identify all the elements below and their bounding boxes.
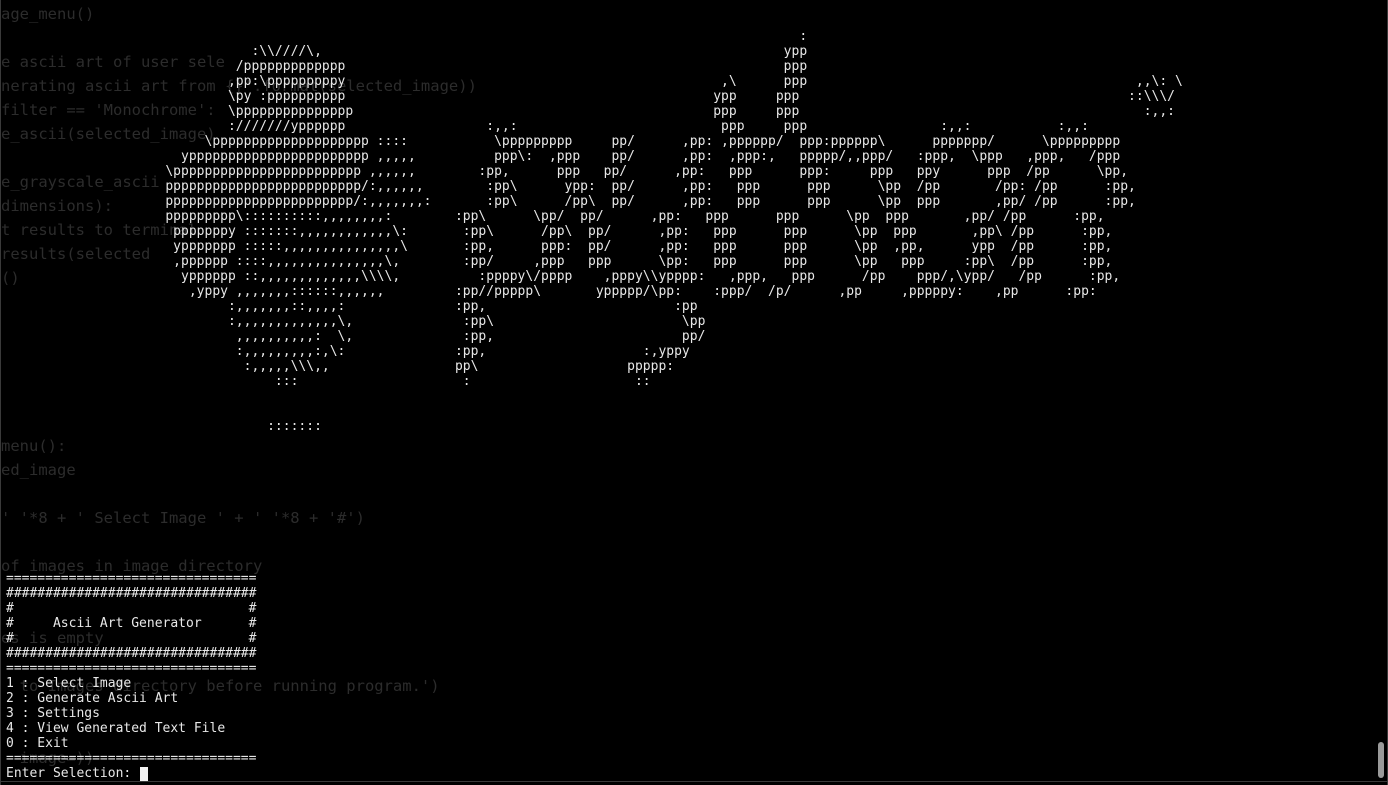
ghost-editor-line: ed_image <box>1 461 76 479</box>
main-menu: ================================ ########… <box>6 571 256 766</box>
menu-line: ================================ <box>6 571 257 586</box>
terminal-window[interactable]: age_menu() e ascii art of user sele nerati… <box>0 0 1388 785</box>
ghost-editor-line: age_menu() <box>1 5 95 23</box>
text-cursor <box>140 766 149 781</box>
menu-line: ================================ <box>6 661 257 676</box>
scrollbar-track[interactable] <box>1378 0 1384 781</box>
menu-line: # # <box>6 631 257 646</box>
ghost-editor-line: ' '*8 + ' Select Image ' + ' '*8 + '#') <box>1 509 365 527</box>
input-prompt-line[interactable]: Enter Selection: <box>6 766 149 781</box>
prompt-label: Enter Selection: <box>6 766 140 781</box>
ascii-art-output: : :\\////\, ypp /ppppppppppppp ppp ,pp:\… <box>165 29 1183 434</box>
ghost-editor-line: menu(): <box>1 437 67 455</box>
menu-line: 1 : Select Image <box>6 676 132 691</box>
menu-line: 2 : Generate Ascii Art <box>6 691 179 706</box>
bottom-divider <box>1 781 1387 782</box>
menu-line: # Ascii Art Generator # <box>6 616 257 631</box>
scrollbar-thumb[interactable] <box>1378 742 1384 778</box>
menu-line: ================================ <box>6 751 257 766</box>
menu-line: 4 : View Generated Text File <box>6 721 226 736</box>
menu-line: # # <box>6 601 257 616</box>
menu-line: 3 : Settings <box>6 706 100 721</box>
menu-line: ################################ <box>6 586 257 601</box>
menu-line: ################################ <box>6 646 257 661</box>
menu-line: 0 : Exit <box>6 736 69 751</box>
